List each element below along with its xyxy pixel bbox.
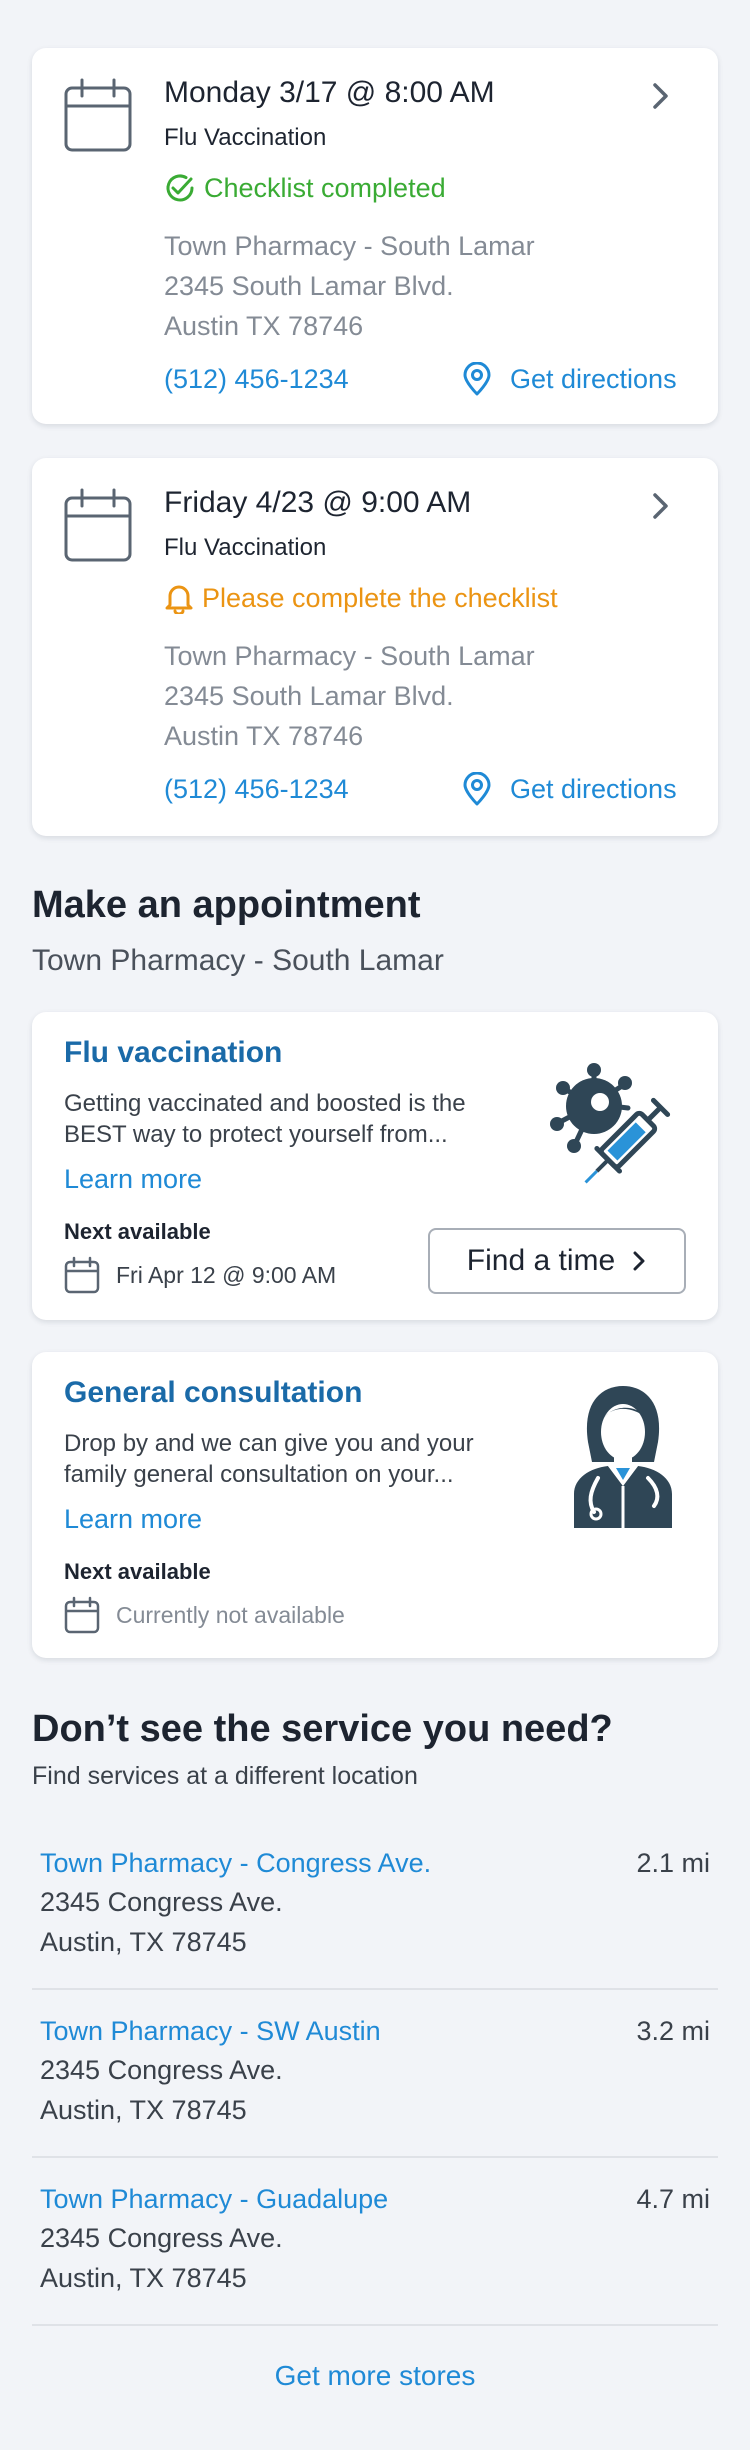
appointment-type: Flu Vaccination [164,534,327,561]
appointment-date: Friday 4/23 @ 9:00 AM [164,486,472,519]
service-description: Drop by and we can give you and your fam… [64,1428,534,1490]
description-line: BEST way to protect yourself from... [64,1121,448,1148]
next-available-label: Next available [64,1559,211,1584]
next-available-value: Fri Apr 12 @ 9:00 AM [116,1261,337,1288]
calendar-icon [64,78,132,152]
get-directions-link[interactable]: Get directions [462,362,677,396]
doctor-icon [574,1386,672,1528]
store-address: 2345 Congress Ave. Austin, TX 78745 [40,1882,283,1962]
address-line-1: 2345 South Lamar Blvd. [164,271,454,301]
phone-link[interactable]: (512) 456-1234 [164,774,349,805]
appointment-type: Flu Vaccination [164,124,327,151]
address-line-2: Austin, TX 78745 [40,1927,247,1957]
service-title: Flu vaccination [64,1036,283,1069]
appointment-date: Monday 3/17 @ 8:00 AM [164,76,495,109]
divider [32,2156,718,2158]
other-locations-subtitle: Find services at a different location [32,1762,418,1790]
address-line-2: Austin TX 78746 [164,311,364,341]
phone-link[interactable]: (512) 456-1234 [164,364,349,395]
description-line: Getting vaccinated and boosted is the [64,1090,466,1117]
chevron-right-icon [633,1251,645,1271]
calendar-icon [64,488,132,562]
store-distance: 2.1 mi [636,1848,710,1878]
get-directions-label: Get directions [510,773,677,804]
service-title: General consultation [64,1376,363,1409]
find-a-time-label: Find a time [466,1244,616,1277]
store-address: Town Pharmacy - South Lamar 2345 South L… [164,226,535,346]
chevron-right-icon[interactable] [650,80,672,112]
location-pin-icon [463,772,491,806]
calendar-icon [64,1256,100,1294]
store-address: 2345 Congress Ave. Austin, TX 78745 [40,2218,283,2298]
learn-more-link[interactable]: Learn more [64,1164,202,1195]
address-line-1: 2345 Congress Ave. [40,1887,283,1917]
address-line-2: Austin, TX 78745 [40,2263,247,2293]
service-description: Getting vaccinated and boosted is the BE… [64,1088,534,1150]
other-locations-title: Don’t see the service you need? [32,1708,613,1750]
service-card: Flu vaccination Getting vaccinated and b… [32,1012,718,1320]
store-name-link[interactable]: Town Pharmacy - Guadalupe [40,2184,388,2215]
appointment-card[interactable]: Friday 4/23 @ 9:00 AM Flu Vaccination Pl… [32,458,718,836]
checklist-status-label: Please complete the checklist [202,582,558,613]
section-title: Make an appointment [32,884,421,926]
store-list-item[interactable]: Town Pharmacy - SW Austin 3.2 mi 2345 Co… [32,2016,718,2136]
next-available-slot: Currently not available [64,1596,345,1634]
store-distance: 3.2 mi [636,2016,710,2046]
store-distance: 4.7 mi [636,2184,710,2214]
address-line-2: Austin TX 78746 [164,721,364,751]
description-line: family general consultation on your... [64,1461,454,1488]
address-line-2: Austin, TX 78745 [40,2095,247,2125]
next-available-slot: Fri Apr 12 @ 9:00 AM [64,1256,336,1294]
section-subtitle: Town Pharmacy - South Lamar [32,944,444,977]
next-available-value: Currently not available [116,1601,345,1628]
next-available-label: Next available [64,1219,211,1244]
location-pin-icon [463,362,491,396]
check-circle-icon [166,174,194,202]
appointment-card[interactable]: Monday 3/17 @ 8:00 AM Flu Vaccination Ch… [32,48,718,424]
virus-syringe-icon [550,1063,671,1184]
service-card: General consultation Drop by and we can … [32,1352,718,1658]
store-list-item[interactable]: Town Pharmacy - Guadalupe 4.7 mi 2345 Co… [32,2184,718,2304]
address-line-1: 2345 Congress Ave. [40,2055,283,2085]
get-directions-label: Get directions [510,363,677,394]
find-a-time-button[interactable]: Find a time [428,1228,686,1294]
checklist-status: Checklist completed [164,172,446,204]
store-name-link[interactable]: Town Pharmacy - Congress Ave. [40,1848,431,1879]
address-line-1: 2345 South Lamar Blvd. [164,681,454,711]
get-more-stores-link[interactable]: Get more stores [0,2360,750,2392]
calendar-icon [64,1596,100,1634]
address-line-1: 2345 Congress Ave. [40,2223,283,2253]
bell-icon [165,585,193,614]
divider [32,2324,718,2326]
chevron-right-icon[interactable] [650,490,672,522]
store-name: Town Pharmacy - South Lamar [164,231,535,261]
store-name-link[interactable]: Town Pharmacy - SW Austin [40,2016,381,2047]
get-directions-link[interactable]: Get directions [462,772,677,806]
store-address: 2345 Congress Ave. Austin, TX 78745 [40,2050,283,2130]
store-address: Town Pharmacy - South Lamar 2345 South L… [164,636,535,756]
learn-more-link[interactable]: Learn more [64,1504,202,1535]
store-list-item[interactable]: Town Pharmacy - Congress Ave. 2.1 mi 234… [32,1848,718,1968]
store-name: Town Pharmacy - South Lamar [164,641,535,671]
checklist-status[interactable]: Please complete the checklist [164,582,558,614]
divider [32,1988,718,1990]
checklist-status-label: Checklist completed [204,172,446,203]
description-line: Drop by and we can give you and your [64,1430,474,1457]
